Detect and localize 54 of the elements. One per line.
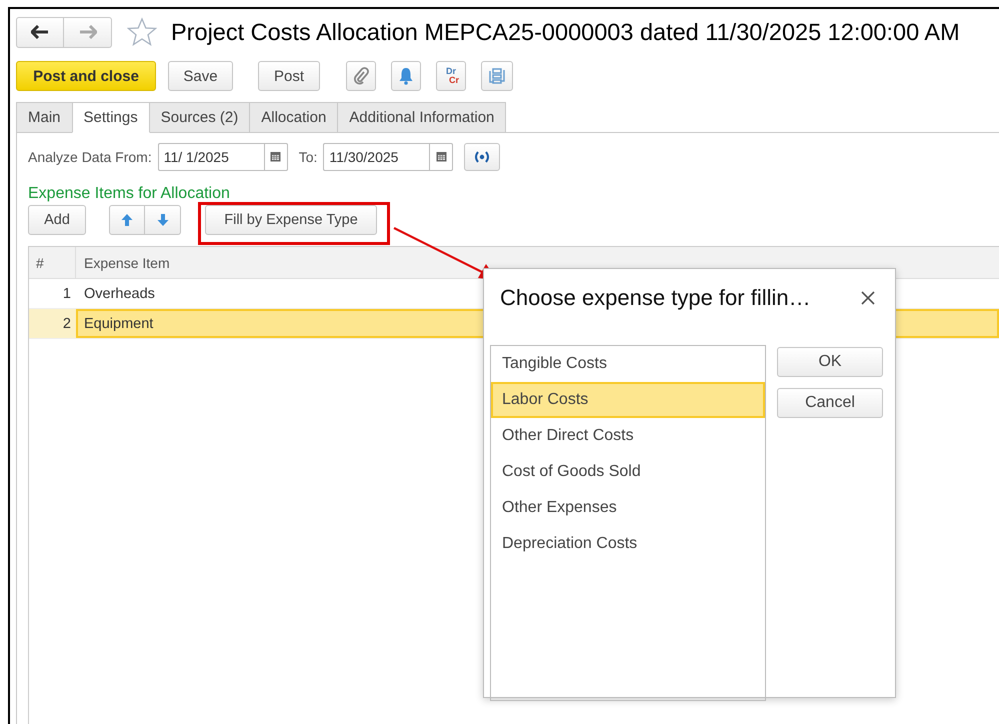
structure-icon <box>488 67 506 85</box>
up-arrow-icon <box>121 213 133 227</box>
tab[interactable]: Allocation <box>249 102 338 133</box>
section-title: Expense Items for Allocation <box>28 185 231 203</box>
right-arrow-icon <box>78 25 96 39</box>
list-item[interactable]: Labor Costs <box>491 382 765 418</box>
list-item[interactable]: Other Expenses <box>491 490 765 526</box>
paperclip-icon <box>353 67 369 85</box>
tab[interactable]: Settings <box>72 102 150 133</box>
close-icon[interactable] <box>861 291 875 305</box>
calendar-icon <box>270 151 282 162</box>
window-title: Project Costs Allocation MEPCA25-0000003 dated 11/30/2025 12:00:00 AM <box>171 18 960 46</box>
broadcast-icon <box>474 150 490 162</box>
toolbar-icon-button[interactable] <box>481 61 514 91</box>
toolbar-button[interactable]: Save <box>168 61 233 91</box>
dialog-title: Choose expense type for fillin… <box>500 285 811 311</box>
move-up-button[interactable] <box>109 205 145 235</box>
table-cell: Equipment <box>84 316 154 332</box>
date-field[interactable]: 11/ 1/2025 <box>158 142 264 170</box>
period-button[interactable] <box>464 142 500 170</box>
add-button[interactable]: Add <box>28 205 86 235</box>
to-label: To: <box>298 148 318 164</box>
move-down-button[interactable] <box>145 205 181 235</box>
tab[interactable]: Sources (2) <box>148 102 250 133</box>
calendar-icon <box>436 151 447 162</box>
row-number: 2 <box>62 316 71 332</box>
table-cell: Overheads <box>84 286 155 302</box>
fill-by-expense-type-button[interactable]: Fill by Expense Type <box>205 205 377 235</box>
ok-button[interactable]: OK <box>777 347 883 377</box>
star-icon[interactable] <box>127 17 157 47</box>
list-item[interactable]: Depreciation Costs <box>491 526 765 562</box>
column-header: Expense Item <box>84 254 170 270</box>
toolbar-icon-button[interactable]: Dr Cr <box>436 61 466 91</box>
down-arrow-icon <box>156 213 168 227</box>
row-number: 1 <box>62 286 71 302</box>
list-item[interactable]: Cost of Goods Sold <box>491 454 765 490</box>
post-and-close-button[interactable]: Post and close <box>16 61 156 91</box>
toolbar-button[interactable]: Post <box>258 61 320 91</box>
toolbar-icon-button[interactable] <box>391 61 421 91</box>
left-arrow-icon <box>31 25 49 39</box>
column-header: # <box>36 254 44 270</box>
back-button[interactable] <box>16 16 64 48</box>
tab[interactable]: Main <box>16 102 73 133</box>
list-item[interactable]: Tangible Costs <box>491 346 765 382</box>
tab[interactable]: Additional Information <box>337 102 506 133</box>
date-field[interactable]: 11/30/2025 <box>323 142 430 170</box>
calendar-button[interactable] <box>264 142 288 170</box>
list-item[interactable]: Other Direct Costs <box>491 418 765 454</box>
from-label: Analyze Data From: <box>28 148 152 164</box>
bell-icon <box>398 67 414 85</box>
toolbar-icon-button[interactable] <box>346 61 376 91</box>
calendar-button[interactable] <box>429 142 454 170</box>
debit-credit-icon: Dr Cr <box>443 67 460 85</box>
cancel-button[interactable]: Cancel <box>777 388 883 418</box>
